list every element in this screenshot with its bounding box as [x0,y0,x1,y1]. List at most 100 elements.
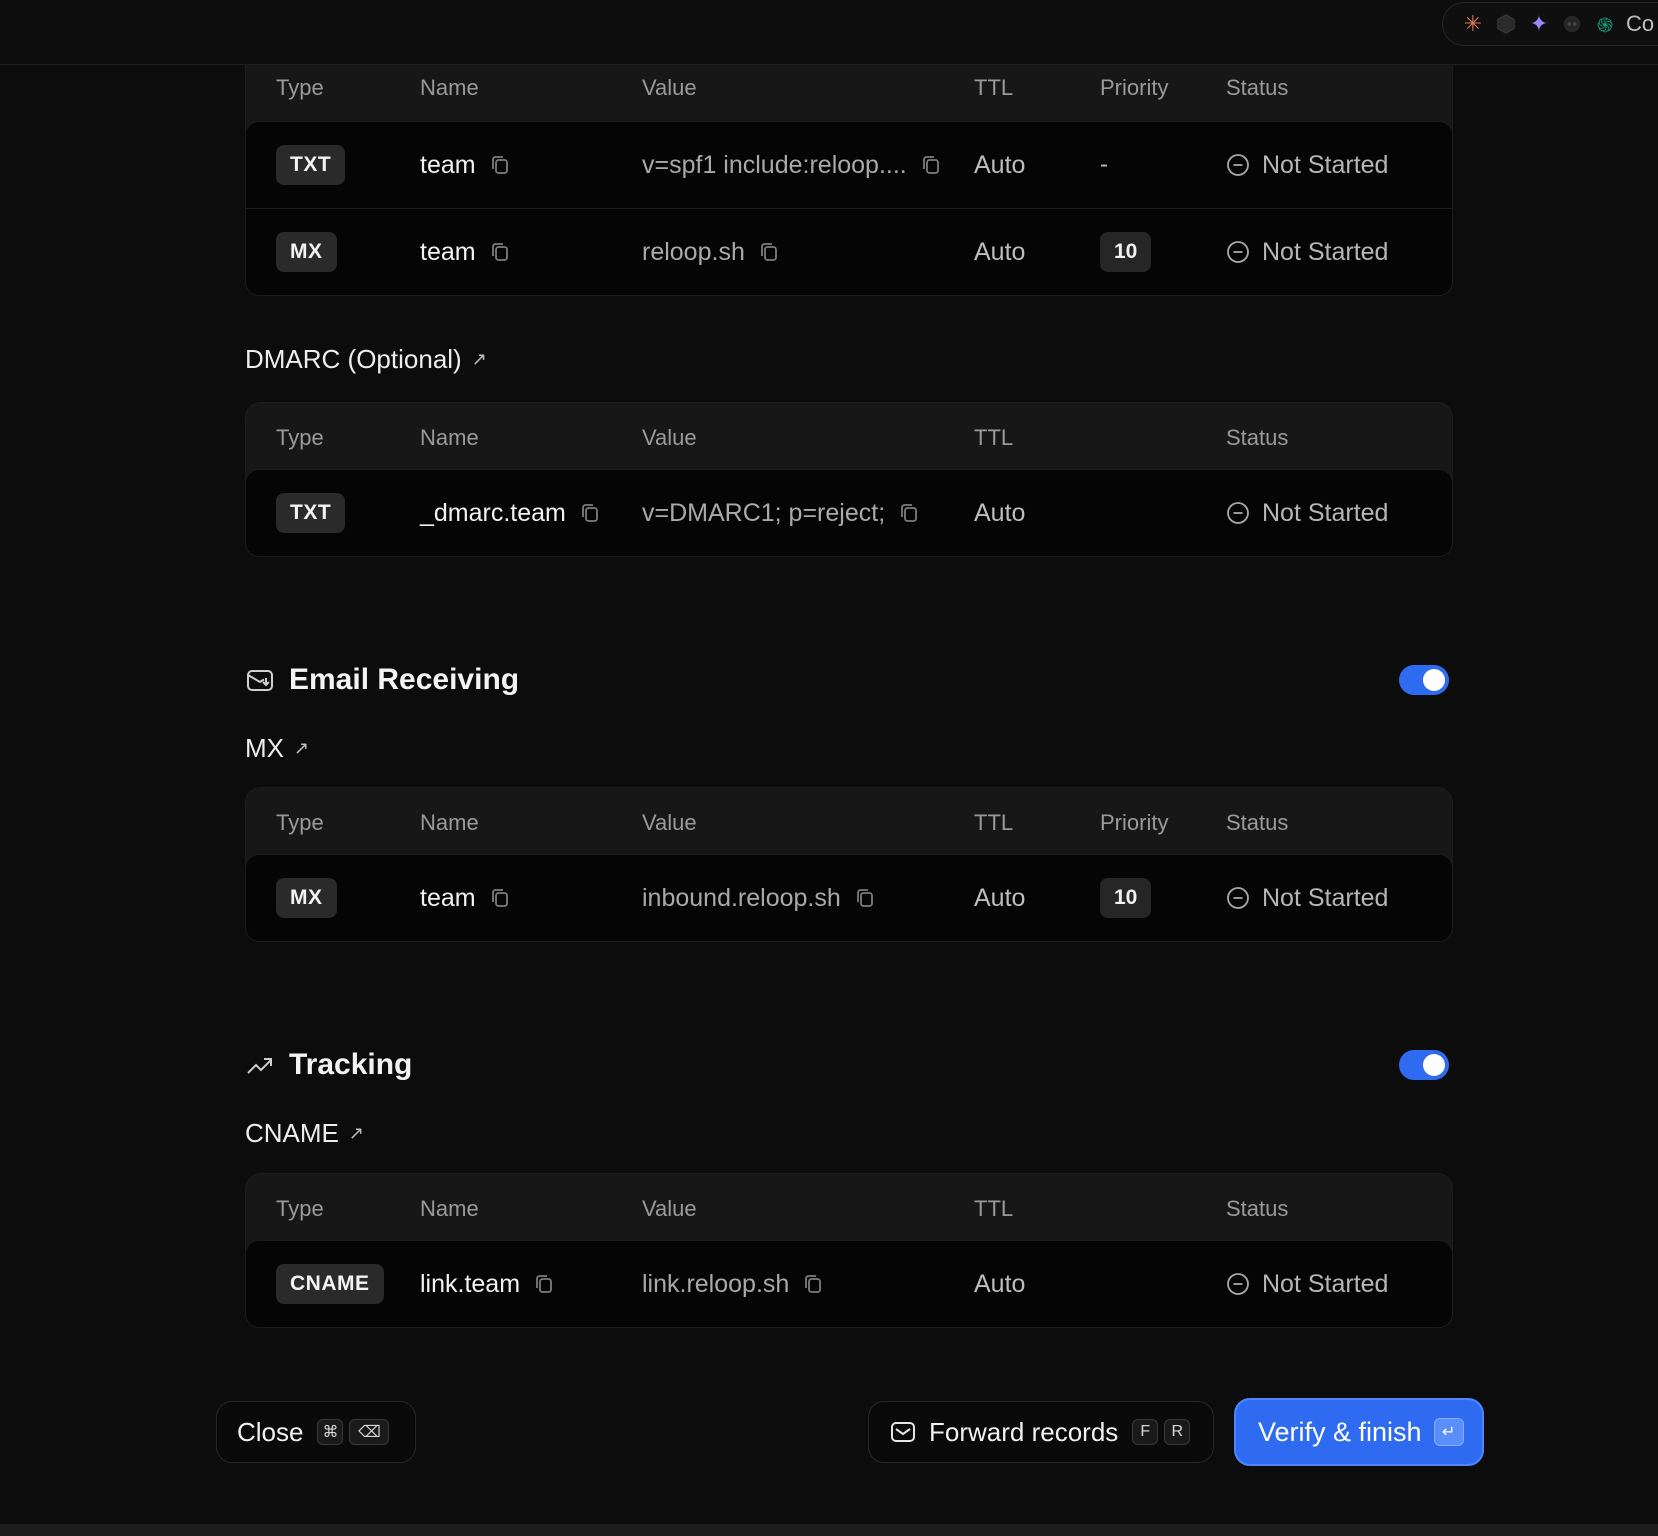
status-label: Not Started [1262,237,1389,266]
mail-icon [889,1418,917,1446]
chatgpt-icon[interactable]: ֍ [1593,12,1617,37]
priority-badge: 10 [1100,878,1152,918]
claude-icon[interactable]: ✳ [1461,11,1485,36]
copy-icon[interactable] [532,1272,556,1296]
tracking-title: Tracking [289,1048,413,1081]
email-receiving-section-header: Email Receiving [245,657,1453,703]
record-value: link.reloop.sh [642,1269,790,1298]
table-row: TXT _dmarc.team v=DMARC1; p=reject; Auto… [246,470,1452,556]
status-pending-icon [1226,240,1250,264]
col-value: Value [642,1196,697,1221]
record-ttl: Auto [974,237,1026,266]
col-name: Name [420,75,479,100]
col-status: Status [1226,425,1289,450]
col-value: Value [642,810,697,835]
copy-icon[interactable] [488,153,512,177]
forward-records-label: Forward records [929,1416,1119,1447]
top-bar: ✳ ✦ ֍ Co [0,0,1658,65]
cname-heading[interactable]: CNAME ↗ [245,1118,364,1149]
gemini-icon[interactable]: ✦ [1527,11,1551,36]
kbd-r-key: R [1164,1419,1191,1445]
col-ttl: TTL [974,810,1014,835]
record-ttl: Auto [974,150,1026,179]
table-row: CNAME link.team link.reloop.sh Auto Not … [246,1241,1452,1327]
verify-finish-button[interactable]: Verify & finish ↵ [1234,1398,1484,1466]
status-badge: Not Started [1226,499,1388,528]
ai-label: Co [1626,11,1655,36]
cname-records-table: Type Name Value TTL Status CNAME link.te… [245,1173,1453,1328]
dmarc-heading[interactable]: DMARC (Optional) ↗ [245,344,487,375]
col-status: Status [1226,75,1289,100]
kbd-enter-key: ↵ [1433,1418,1464,1446]
col-type: Type [276,75,324,100]
kbd-command-key: ⌘ [317,1419,344,1445]
priority-badge: 10 [1100,232,1152,272]
col-name: Name [420,1196,479,1221]
record-name: team [420,237,476,266]
external-link-icon[interactable]: ↗ [472,349,487,370]
status-badge: Not Started [1226,151,1388,180]
copy-icon[interactable] [757,240,781,264]
col-value: Value [642,425,697,450]
dmarc-title: DMARC (Optional) [245,344,462,374]
status-pending-icon [1226,501,1250,525]
status-label: Not Started [1262,150,1389,179]
record-ttl: Auto [974,1269,1026,1298]
col-type: Type [276,425,324,450]
copy-icon[interactable] [488,240,512,264]
close-label: Close [237,1416,304,1447]
col-status: Status [1226,1196,1289,1221]
col-value: Value [642,75,697,100]
col-name: Name [420,425,479,450]
record-type-badge: CNAME [276,1264,384,1304]
copy-icon[interactable] [919,153,943,177]
dmarc-records-table: Type Name Value TTL Status TXT _dmarc.te… [245,402,1453,557]
col-type: Type [276,810,324,835]
col-ttl: TTL [974,1196,1014,1221]
copy-icon[interactable] [488,886,512,910]
col-ttl: TTL [974,425,1014,450]
external-link-icon[interactable]: ↗ [349,1123,364,1144]
status-badge: Not Started [1226,884,1388,913]
record-value: v=spf1 include:reloop.... [642,150,907,179]
external-link-icon[interactable]: ↗ [294,738,309,759]
copy-icon[interactable] [853,886,877,910]
table-body: CNAME link.team link.reloop.sh Auto Not … [245,1240,1453,1328]
record-name: team [420,883,476,912]
kbd-f-key: F [1132,1419,1159,1445]
copy-icon[interactable] [897,501,921,525]
record-type-badge: MX [276,878,337,918]
col-name: Name [420,810,479,835]
perplexity-icon[interactable] [1494,12,1518,36]
table-header: Type Name Value TTL Status [246,1174,1452,1240]
table-row: MX team reloop.sh Auto 10 Not Started [246,208,1452,295]
toggle-knob [1423,669,1445,691]
mx-records-table: Type Name Value TTL Priority Status MX t… [245,787,1453,942]
mx-title: MX [245,733,284,763]
record-name: team [420,150,476,179]
col-status: Status [1226,810,1289,835]
col-ttl: TTL [974,75,1014,100]
forward-records-button[interactable]: Forward records F R [868,1401,1214,1463]
table-body: TXT _dmarc.team v=DMARC1; p=reject; Auto… [245,469,1453,557]
record-priority: - [1100,151,1108,178]
inbox-icon [245,665,275,695]
ai-assistant-pill[interactable]: ✳ ✦ ֍ Co [1442,2,1658,46]
close-button[interactable]: Close ⌘ ⌫ [216,1401,416,1463]
copilot-icon[interactable] [1560,12,1584,36]
col-priority: Priority [1100,75,1169,100]
table-row: TXT team v=spf1 include:reloop.... Auto … [246,122,1452,208]
email-receiving-toggle[interactable] [1399,665,1449,695]
record-type-badge: MX [276,232,337,272]
record-type-badge: TXT [276,145,346,185]
bottom-divider [0,1524,1658,1536]
col-type: Type [276,1196,324,1221]
tracking-toggle[interactable] [1399,1050,1449,1080]
mx-heading[interactable]: MX ↗ [245,733,309,764]
status-badge: Not Started [1226,1270,1388,1299]
table-body: MX team inbound.reloop.sh Auto 10 Not St… [245,854,1453,942]
verify-finish-label: Verify & finish [1258,1416,1422,1447]
table-header: Type Name Value TTL Priority Status [246,788,1452,854]
copy-icon[interactable] [801,1272,825,1296]
copy-icon[interactable] [578,501,602,525]
